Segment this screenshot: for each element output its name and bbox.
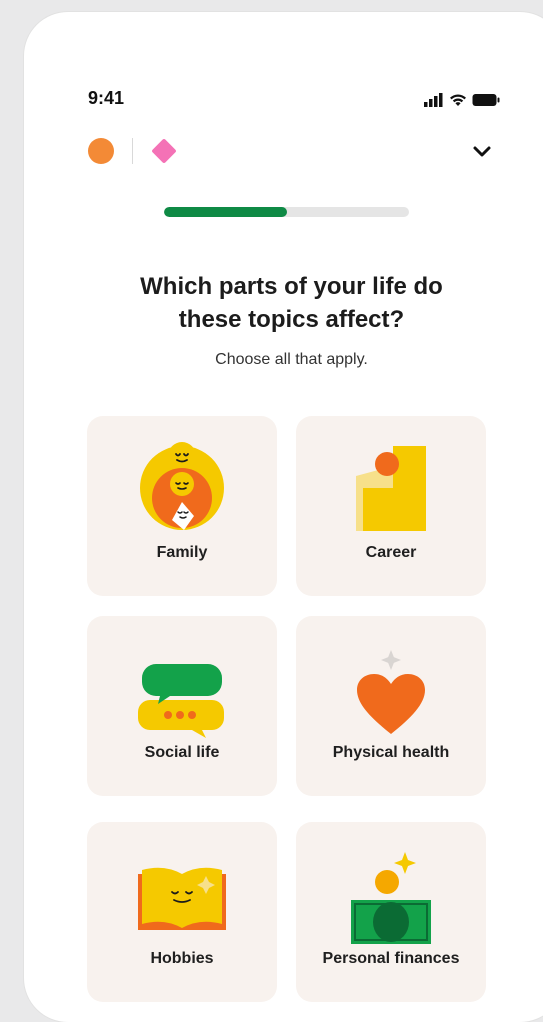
option-label: Family <box>156 544 208 561</box>
status-time: 9:41 <box>88 88 125 108</box>
option-card-family[interactable]: Family <box>87 416 277 596</box>
option-card-hobbies[interactable]: Hobbies <box>87 822 277 1002</box>
wifi-icon <box>450 94 466 106</box>
option-card-career[interactable]: Career <box>296 416 486 596</box>
family-icon <box>140 442 224 530</box>
page-subtitle: Choose all that apply. <box>215 351 368 368</box>
chevron-down-icon[interactable] <box>471 140 493 162</box>
page-title-line-1: Which parts of your life do <box>140 273 443 300</box>
cellular-signal-icon <box>424 93 443 107</box>
page-title: Which parts of your life do these topics… <box>64 270 519 336</box>
option-label: Social life <box>144 744 220 761</box>
option-card-personal-finances[interactable]: Personal finances <box>296 822 486 1002</box>
physical-health-icon <box>357 650 425 734</box>
divider <box>132 138 133 164</box>
option-label: Physical health <box>332 744 450 761</box>
progress-bar-fill <box>164 207 287 217</box>
progress-bar <box>164 207 409 217</box>
personal-finances-icon <box>351 852 431 944</box>
social-life-icon <box>138 664 224 738</box>
option-card-physical-health[interactable]: Physical health <box>296 616 486 796</box>
status-icons <box>424 92 500 108</box>
option-label: Hobbies <box>150 950 214 967</box>
option-label: Career <box>365 544 417 561</box>
orange-circle-icon[interactable] <box>88 138 114 164</box>
page-title-line-2: these topics affect? <box>178 306 405 333</box>
hobbies-icon <box>138 867 226 930</box>
phone-screen: 9:41 Which parts of your life do these t… <box>24 12 543 1022</box>
battery-icon <box>472 94 500 106</box>
career-icon <box>356 446 426 531</box>
pink-diamond-icon[interactable] <box>151 138 177 164</box>
top-nav <box>24 136 543 166</box>
option-label: Personal finances <box>322 950 460 967</box>
status-bar: 9:41 <box>24 88 543 112</box>
option-card-social-life[interactable]: Social life <box>87 616 277 796</box>
